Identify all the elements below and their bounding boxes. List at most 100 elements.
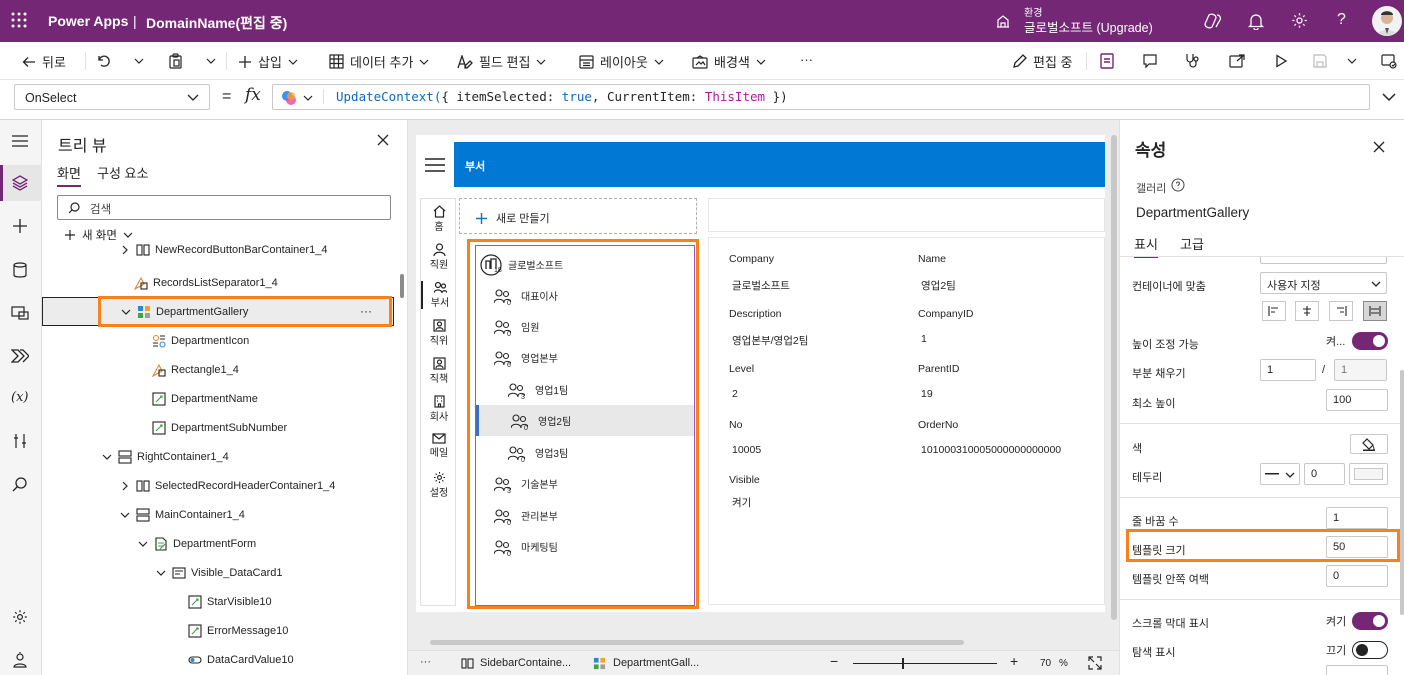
copilot-icon[interactable] [1204,12,1222,30]
undo-chevron-down-icon[interactable] [134,56,144,66]
gallery-item[interactable]: 글로벌소프트 18 [476,249,694,280]
nav-settings[interactable]: 설정 [421,471,457,499]
new-screen-button[interactable]: 새 화면 [64,227,133,243]
save-icon[interactable] [1313,54,1327,68]
close-icon[interactable] [1373,141,1385,153]
color-picker-button[interactable] [1350,434,1388,454]
chevron-right-icon[interactable] [120,245,130,255]
nav-mail[interactable]: 메일 [421,433,457,459]
min-height-input[interactable]: 100 [1326,389,1388,411]
align-right-button[interactable] [1329,301,1353,321]
edit-fields-button[interactable]: 필드 편집 [457,52,546,71]
tree-scrollbar[interactable] [400,274,404,298]
tree-node[interactable]: Rectangle1_4 [42,355,408,384]
save-chevron-down-icon[interactable] [1347,56,1357,66]
chevron-down-icon[interactable] [156,568,166,578]
chevron-down-icon[interactable] [120,510,130,520]
user-avatar[interactable] [1372,6,1402,36]
advanced-tools-icon[interactable] [13,433,27,449]
more-commands-button[interactable]: ··· [800,52,813,67]
wrap-count-input[interactable]: 1 [1326,507,1388,529]
nav-home[interactable]: 홈 [421,205,457,233]
gallery-item[interactable]: 관리본부 0 [476,500,694,531]
fit-to-window-icon[interactable] [1088,656,1102,670]
show-scrollbar-toggle[interactable] [1352,612,1388,630]
comments-icon[interactable] [1142,53,1158,69]
gallery-item[interactable]: 영업본부 6 [476,342,694,373]
variables-icon[interactable]: (𝑥) [11,390,28,405]
app-launcher-icon[interactable] [11,12,27,28]
insert-plus-icon[interactable] [12,218,28,234]
nav-departments[interactable]: 부서 [421,281,457,309]
chevron-down-icon[interactable] [138,539,148,549]
tree-node[interactable]: RecordsListSeparator1_4 [42,268,408,297]
tree-node[interactable]: NewRecordButtonBarContainer1_4 [42,244,408,264]
insert-button[interactable]: 삽입 [238,52,298,71]
notifications-icon[interactable] [1248,12,1264,30]
border-width-input[interactable]: 0 [1304,463,1345,485]
environment-name[interactable]: 글로벌소프트 (Upgrade) [1024,17,1153,36]
layout-button[interactable]: 레이아웃 [579,52,664,71]
gallery-item[interactable]: 영업1팀 3 [476,374,694,405]
formula-input[interactable]: UpdateContext({ itemSelected: true, Curr… [272,84,1370,110]
zoom-in-icon[interactable]: + [1010,653,1018,669]
partial-field[interactable] [1260,257,1387,264]
tree-view-tab[interactable] [0,165,42,201]
add-data-button[interactable]: 데이터 추가 [329,52,429,71]
tab-screens[interactable]: 화면 [57,163,81,187]
gallery-item[interactable]: 영업3팀 0 [476,437,694,468]
canvas-horizontal-scrollbar[interactable] [430,640,964,645]
publish-icon[interactable] [1381,53,1397,69]
gallery-item[interactable]: 마케팅팀 0 [476,531,694,562]
media-icon[interactable] [11,306,29,320]
fill-portions-input[interactable]: 1 [1260,359,1316,381]
zoom-out-icon[interactable]: − [830,653,838,669]
tree-node[interactable]: SelectedRecordHeaderContainer1_4 [42,471,408,500]
zoom-slider-thumb[interactable] [902,658,904,669]
tree-node[interactable]: DepartmentName [42,384,408,413]
background-color-button[interactable]: 배경색 [692,52,766,71]
tree-node[interactable]: DepartmentForm [42,529,408,558]
gallery-item[interactable]: 임원 0 [476,311,694,342]
tree-node[interactable]: Visible_DataCard1 [42,558,408,587]
breadcrumb-more-icon[interactable]: ··· [420,656,431,668]
align-center-button[interactable] [1295,301,1319,321]
show-navigation-toggle[interactable] [1352,641,1388,659]
tree-node[interactable]: MainContainer1_4 [42,500,408,529]
undo-icon[interactable] [97,54,112,68]
tree-node[interactable]: DepartmentSubNumber [42,413,408,442]
expand-formula-chevron-icon[interactable] [1382,92,1396,102]
app-name[interactable]: Power Apps [48,13,128,29]
data-cylinder-icon[interactable] [13,262,27,278]
tree-node[interactable]: DepartmentIcon [42,326,408,355]
gallery-item[interactable]: 기술본부 3 [476,468,694,499]
nav-companies[interactable]: 회사 [421,395,457,423]
monitor-stethoscope-icon[interactable] [1184,53,1200,69]
template-padding-input[interactable]: 0 [1326,565,1388,587]
gallery-item-selected[interactable]: 영업2팀 0 [476,405,694,436]
tab-components[interactable]: 구성 요소 [97,163,148,182]
tab-advanced[interactable]: 고급 [1180,234,1204,253]
zoom-slider[interactable] [853,658,997,669]
gallery-item[interactable]: 대표이사 0 [476,280,694,311]
tree-node[interactable]: ErrorMessage10 [42,616,408,645]
paste-icon[interactable] [168,53,183,69]
help-icon[interactable]: ? [1337,11,1346,29]
paste-chevron-down-icon[interactable] [206,56,216,66]
nav-employees[interactable]: 직원 [421,243,457,271]
app-checker-icon[interactable] [1099,52,1115,70]
department-gallery[interactable]: 글로벌소프트 18 대표이사 0 임원 0 영업본부 6 영업1팀 3 영업2팀… [475,245,695,606]
search-icon[interactable] [12,477,28,493]
property-dropdown[interactable]: OnSelect [14,84,210,110]
settings-gear-icon[interactable] [1291,12,1308,29]
border-style-dropdown[interactable] [1260,463,1300,485]
virtual-agent-icon[interactable] [13,652,27,668]
settings-gear-icon[interactable] [12,609,28,625]
new-record-button[interactable]: 새로 만들기 [475,210,550,226]
flexible-height-toggle[interactable] [1352,332,1388,350]
hamburger-menu-icon[interactable] [12,135,28,147]
partial-field[interactable] [1326,665,1388,675]
close-icon[interactable] [377,134,389,146]
back-button[interactable]: 뒤로 [22,52,66,71]
align-stretch-button[interactable] [1363,301,1387,321]
